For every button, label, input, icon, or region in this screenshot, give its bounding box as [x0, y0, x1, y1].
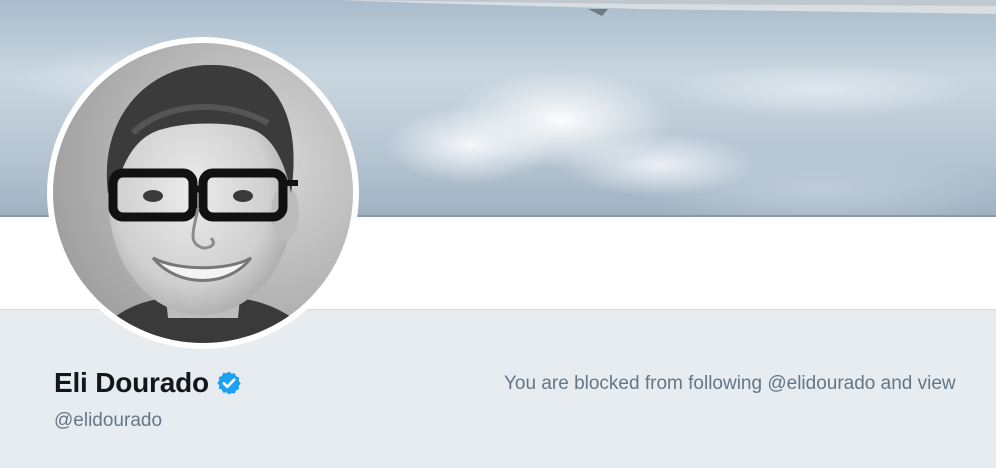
profile-display-name[interactable]: Eli Dourado	[54, 367, 209, 399]
profile-page: Eli Dourado @elidourado You are blocked …	[0, 0, 996, 468]
avatar-photo	[53, 43, 353, 343]
profile-name-row: Eli Dourado	[54, 367, 242, 399]
avatar[interactable]	[47, 37, 359, 349]
blocked-message: You are blocked from following @elidoura…	[504, 373, 956, 394]
verified-badge-icon	[216, 370, 242, 396]
profile-handle[interactable]: @elidourado	[54, 410, 162, 432]
avatar-portrait-image	[53, 43, 353, 343]
airplane-wing-image	[340, 0, 996, 16]
